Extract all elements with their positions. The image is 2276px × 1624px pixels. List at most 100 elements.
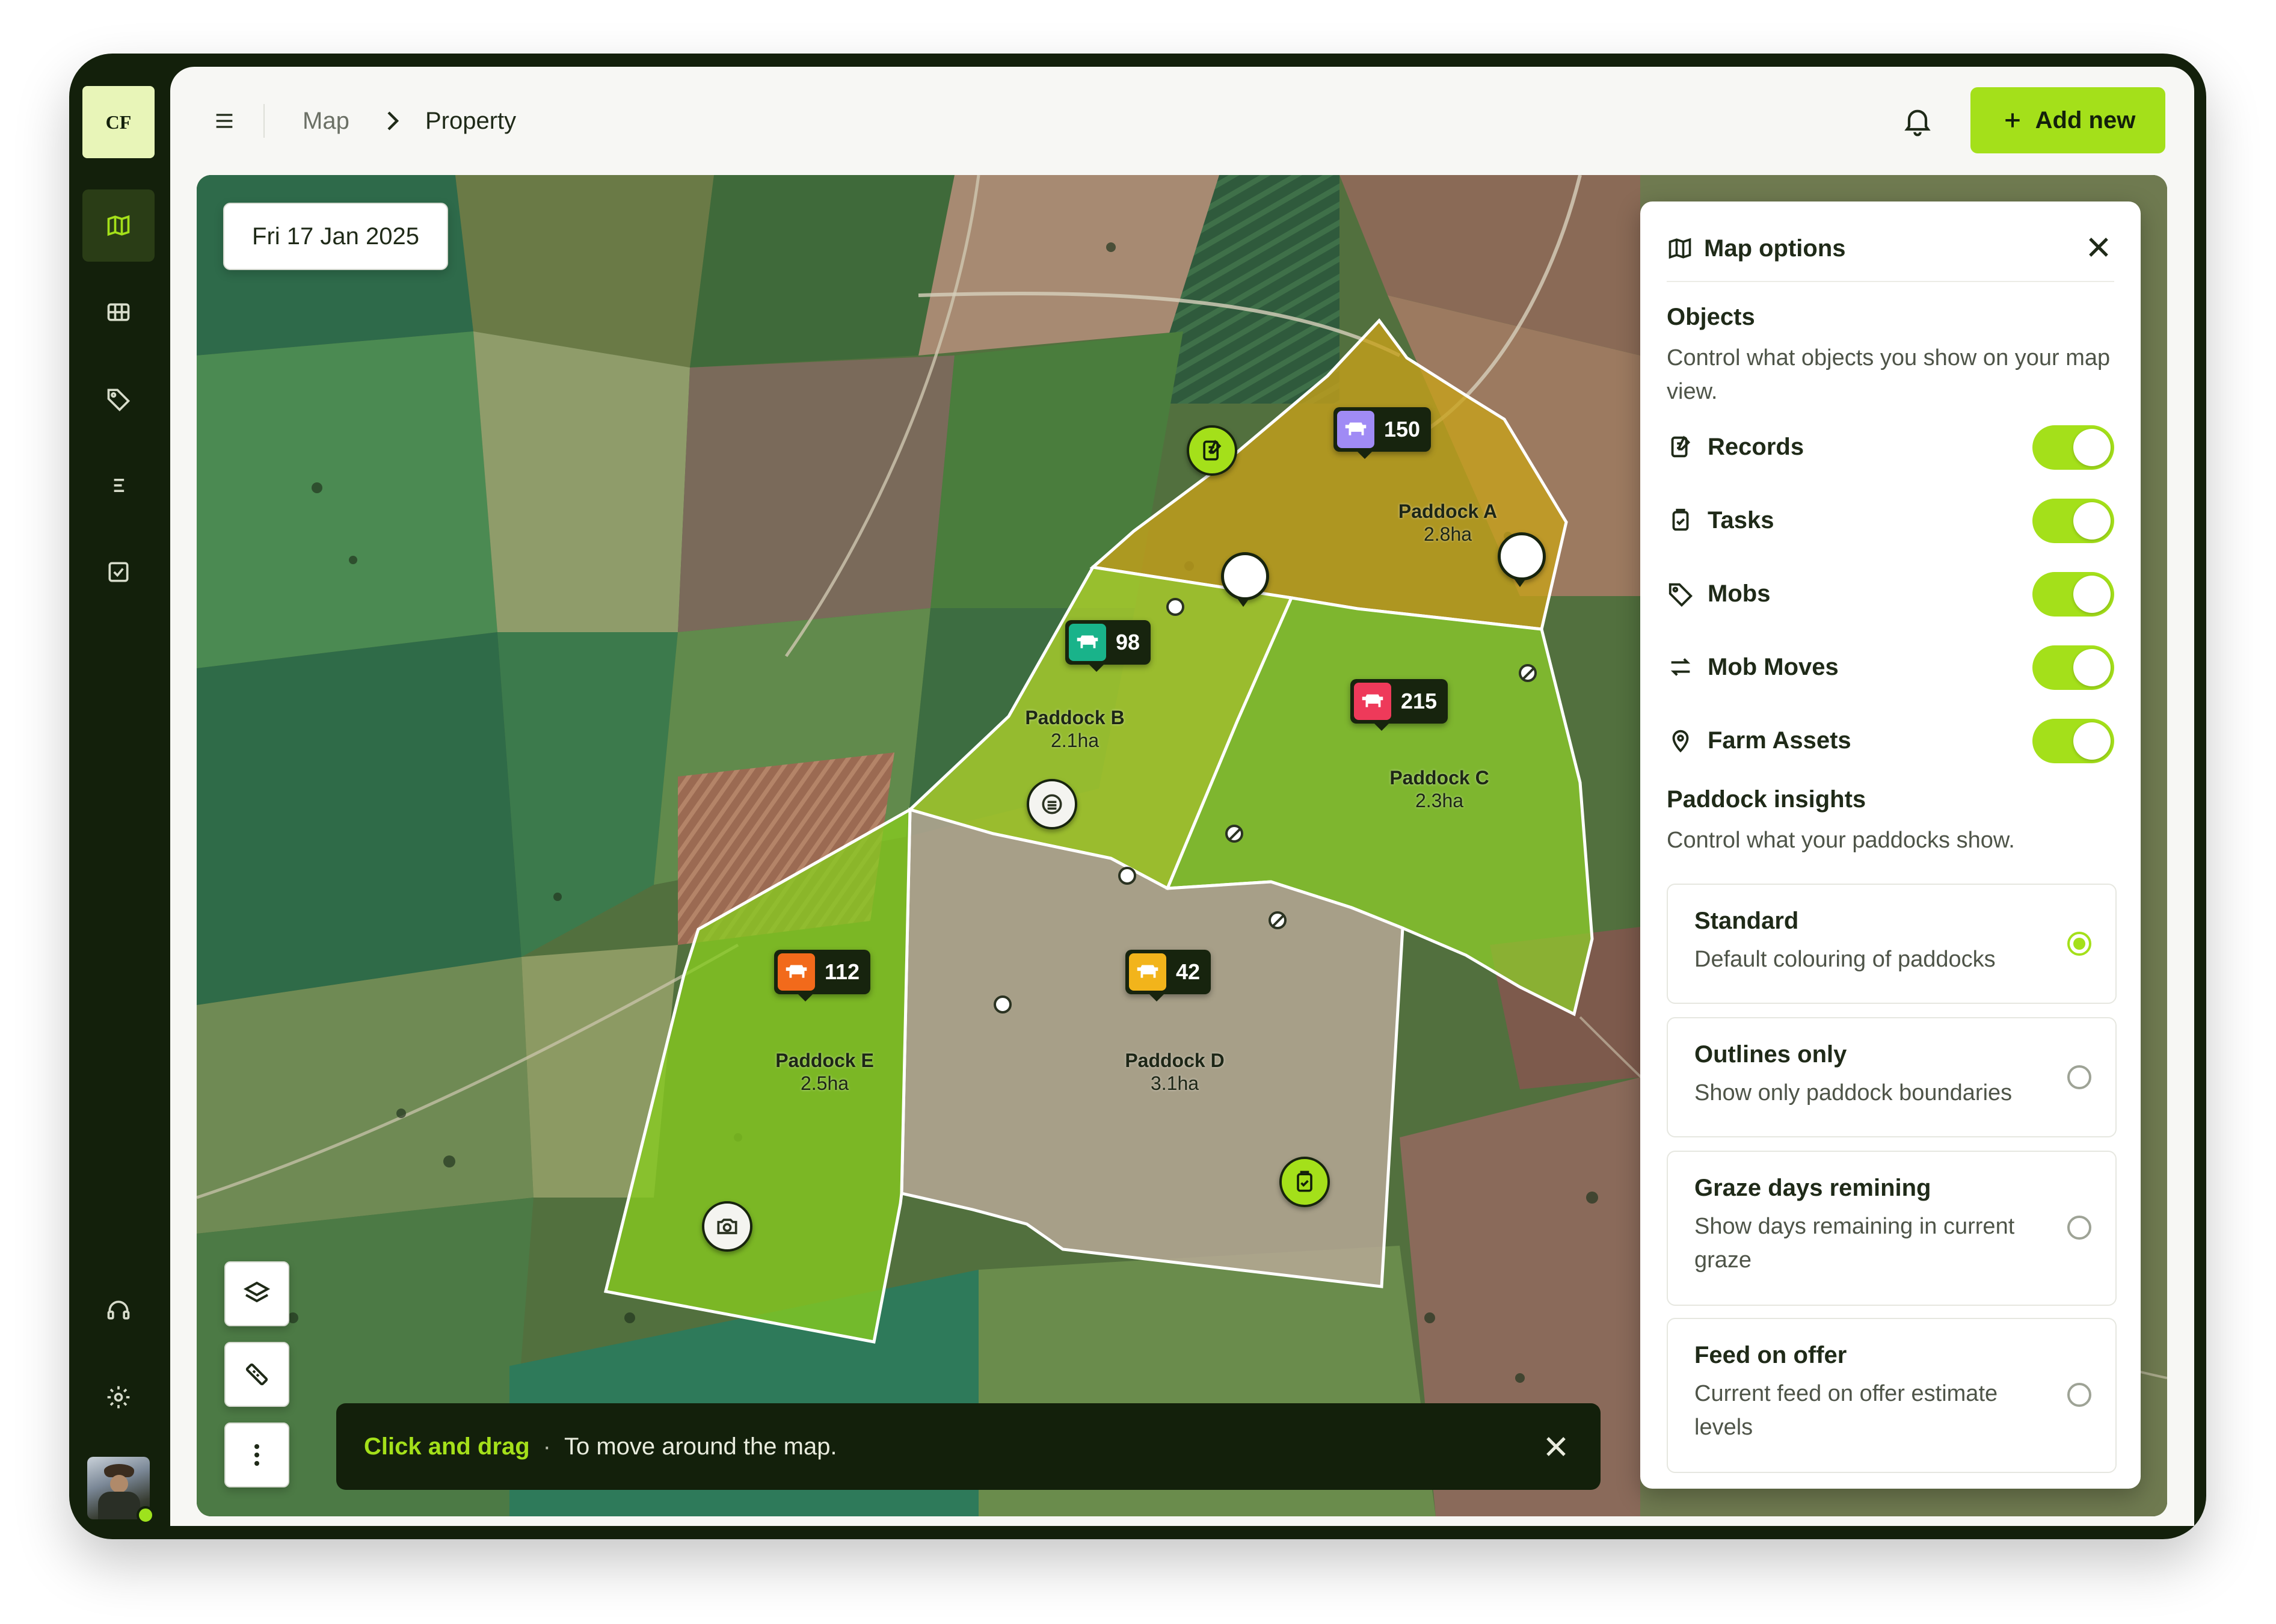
app-logo[interactable]: CF (82, 86, 155, 158)
cow-icon (1129, 953, 1166, 991)
option-description: Default colouring of paddocks (1694, 947, 1996, 972)
paddock-e-area-text: 2.5ha (800, 1072, 849, 1094)
add-new-button[interactable]: Add new (1970, 87, 2165, 153)
gate-marker[interactable] (994, 995, 1012, 1013)
headset-icon (107, 1300, 130, 1320)
gate-marker[interactable] (1118, 867, 1136, 885)
more-button[interactable] (224, 1423, 289, 1487)
panel-header: Map options (1667, 230, 2118, 266)
map-pin-marker[interactable] (1498, 532, 1546, 587)
records-toggle[interactable] (2032, 425, 2114, 470)
option-title: Feed on offer (1694, 1342, 1847, 1368)
layers-button[interactable] (224, 1261, 289, 1326)
paddock-c-label: Paddock C 2.3ha (1361, 766, 1518, 812)
paddock-b-area-text: 2.1ha (1050, 730, 1100, 751)
map-pin-marker[interactable] (1221, 552, 1269, 607)
date-chip[interactable]: Fri 17 Jan 2025 (223, 203, 448, 270)
sidebar-item-support[interactable] (82, 1275, 155, 1347)
plus-icon (2005, 113, 2020, 128)
close-icon[interactable] (1539, 1430, 1573, 1463)
radio-feed-on-offer[interactable] (2067, 1383, 2091, 1407)
close-icon[interactable] (2082, 230, 2115, 264)
record-marker[interactable] (1187, 425, 1237, 476)
hamburger-icon (216, 114, 233, 128)
paddock-d-name: Paddock D (1125, 1050, 1225, 1071)
measure-button[interactable] (224, 1342, 289, 1407)
closed-gate-marker[interactable] (1519, 664, 1537, 682)
hint-highlight: Click and drag (364, 1433, 530, 1460)
breadcrumb-map[interactable]: Map (303, 106, 349, 135)
radio-outlines-only[interactable] (2067, 1065, 2091, 1089)
menu-button[interactable] (209, 105, 240, 137)
insights-title: Paddock insights (1667, 786, 1866, 813)
toggle-label: Tasks (1708, 506, 1774, 534)
toggle-label: Mobs (1708, 580, 1771, 607)
mob-marker-112[interactable]: 112 (774, 950, 871, 1001)
tasks-toggle[interactable] (2032, 499, 2114, 543)
toggle-row-records: Records (1667, 423, 2114, 471)
mob-moves-toggle[interactable] (2032, 645, 2114, 690)
mob-count: 98 (1116, 630, 1140, 654)
divider (263, 104, 265, 138)
paddock-b-label: Paddock B 2.1ha (997, 706, 1153, 752)
paddock-e-name: Paddock E (775, 1050, 874, 1071)
sidebar-item-paddocks[interactable] (82, 276, 155, 348)
mob-marker-42[interactable]: 42 (1125, 950, 1211, 1001)
sidebar-item-tasks[interactable] (82, 536, 155, 608)
option-outlines-only[interactable]: Outlines only Show only paddock boundari… (1667, 1017, 2117, 1137)
paddock-c-name: Paddock C (1389, 767, 1489, 789)
gear-icon (107, 1386, 130, 1409)
paddock-d-area-text: 3.1ha (1150, 1072, 1199, 1094)
radio-standard[interactable] (2067, 932, 2091, 956)
option-title: Outlines only (1694, 1041, 1847, 1068)
mob-count: 150 (1384, 417, 1421, 441)
mob-count: 215 (1401, 689, 1438, 713)
map-icon (107, 215, 130, 236)
task-marker[interactable] (1279, 1157, 1330, 1207)
sidebar-item-settings[interactable] (82, 1361, 155, 1433)
chevron-right-icon (387, 111, 399, 131)
ruler-icon (245, 1363, 268, 1386)
farm-assets-toggle[interactable] (2032, 719, 2114, 763)
camera-icon (717, 1219, 737, 1234)
paddock-c-area-text: 2.3ha (1415, 790, 1464, 811)
camera-asset-marker[interactable] (702, 1201, 752, 1252)
sidebar-item-map[interactable] (82, 189, 155, 262)
records-icon (1203, 440, 1222, 461)
shed-asset-marker[interactable] (1027, 779, 1077, 829)
mob-marker-98[interactable]: 98 (1065, 620, 1151, 672)
sidebar-item-records[interactable] (82, 449, 155, 521)
closed-gate-marker[interactable] (1225, 825, 1243, 843)
panel-title: Map options (1704, 235, 1846, 262)
map-icon (1669, 238, 1691, 259)
mob-marker-150[interactable]: 150 (1333, 407, 1432, 459)
map-canvas[interactable]: Fri 17 Jan 2025 Paddock A 2.8ha Paddock … (197, 175, 2167, 1516)
online-status-dot (137, 1506, 155, 1524)
hint-text: To move around the map. (564, 1433, 837, 1460)
gate-marker[interactable] (1166, 598, 1184, 616)
bell-icon[interactable] (1901, 104, 1934, 138)
tag-icon (1669, 583, 1693, 607)
sidebar-item-mobs[interactable] (82, 363, 155, 435)
layers-icon (243, 1281, 271, 1303)
mobs-toggle[interactable] (2032, 572, 2114, 617)
mob-marker-215[interactable]: 215 (1350, 679, 1448, 731)
paddock-a-label: Paddock A 2.8ha (1370, 500, 1526, 546)
option-standard[interactable]: Standard Default colouring of paddocks (1667, 884, 2117, 1004)
option-feed-on-offer[interactable]: Feed on offer Current feed on offer esti… (1667, 1318, 2117, 1473)
radio-graze-days[interactable] (2067, 1216, 2091, 1240)
add-new-label: Add new (2035, 106, 2136, 134)
option-description: Show only paddock boundaries (1694, 1080, 2013, 1106)
objects-description: Control what objects you show on your ma… (1667, 345, 2111, 404)
divider (1667, 281, 2114, 282)
objects-title: Objects (1667, 304, 1755, 330)
option-title: Graze days remining (1694, 1175, 1931, 1201)
cow-icon (1354, 683, 1391, 720)
main-content: Map Property Add new Fri 17 Jan 2025 Pad… (170, 67, 2194, 1526)
option-graze-days[interactable]: Graze days remining Show days remaining … (1667, 1151, 2117, 1306)
hint-separator: · (543, 1433, 551, 1460)
clipboard-icon (1297, 1170, 1312, 1192)
closed-gate-marker[interactable] (1269, 911, 1287, 929)
app-window: CF Map Property Add new Fri 17 Jan 2025 … (69, 54, 2206, 1539)
toggle-label: Records (1708, 433, 1804, 460)
